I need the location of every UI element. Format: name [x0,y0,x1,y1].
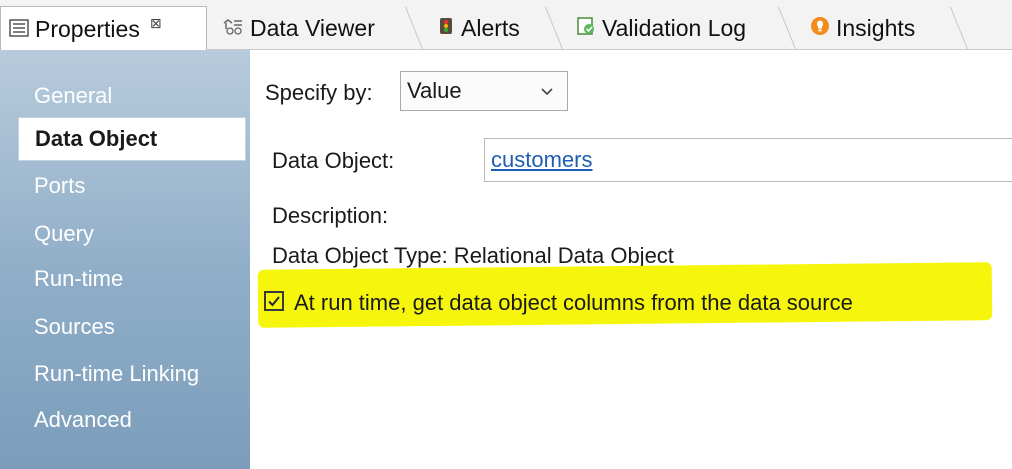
tab-label: Data Viewer [250,15,375,41]
tab-label: Validation Log [602,15,747,41]
sidebar-item-label: Ports [34,173,86,198]
tab-alerts[interactable]: Alerts [437,7,520,50]
sidebar-item-general[interactable]: General [18,74,246,118]
sidebar-item-label: Run-time [34,266,124,291]
sidebar-item-label: Run-time Linking [34,361,200,386]
tab-label: Insights [836,15,916,41]
specify-by-value: Value [407,78,462,103]
chevron-down-icon [539,81,555,107]
sidebar-item-sources[interactable]: Sources [18,305,246,349]
properties-sidebar: General Data Object Ports Query Run-time… [0,50,250,469]
properties-icon [9,16,29,43]
data-object-type-text: Data Object Type: Relational Data Object [272,243,674,268]
insights-icon [810,15,830,42]
tab-validation-log[interactable]: Validation Log [576,7,746,50]
tab-label: Properties [35,15,140,42]
specify-by-label: Specify by: [265,80,373,105]
tab-data-viewer[interactable]: Data Viewer [222,7,375,50]
sidebar-item-label: Sources [34,314,115,339]
data-object-link[interactable]: customers [491,147,592,173]
runtime-columns-checkbox[interactable] [264,291,284,311]
data-viewer-icon [222,15,244,42]
data-object-label: Data Object: [272,148,395,173]
tab-insights[interactable]: Insights [810,7,915,50]
sidebar-item-label: General [34,83,113,108]
tab-separator [950,7,997,50]
tab-properties[interactable]: Properties ⊠ [0,6,207,51]
sidebar-item-label: Data Object [35,126,158,151]
sidebar-item-ports[interactable]: Ports [18,164,246,208]
description-label: Description: [272,203,389,228]
specify-by-select[interactable]: Value [400,71,568,111]
sidebar-item-label: Query [34,221,94,246]
tab-label: Alerts [461,15,520,41]
validation-log-icon [576,15,596,42]
close-icon[interactable]: ⊠ [150,15,162,32]
sidebar-item-label: Advanced [34,407,132,432]
sidebar-item-run-time[interactable]: Run-time [18,257,246,301]
alerts-icon [437,15,455,42]
sidebar-item-data-object[interactable]: Data Object [18,117,246,161]
data-object-field: customers [484,138,1012,182]
checkmark-icon [268,296,280,307]
data-object-panel: Specify by: Value Data Object: customers… [250,50,1012,469]
sidebar-item-query[interactable]: Query [18,212,246,256]
runtime-columns-label: At run time, get data object columns fro… [294,290,853,315]
view-tab-strip: Properties ⊠ Data Viewer Alerts Validati… [0,0,1012,51]
sidebar-item-run-time-linking[interactable]: Run-time Linking [18,352,246,396]
sidebar-item-advanced[interactable]: Advanced [18,398,246,442]
